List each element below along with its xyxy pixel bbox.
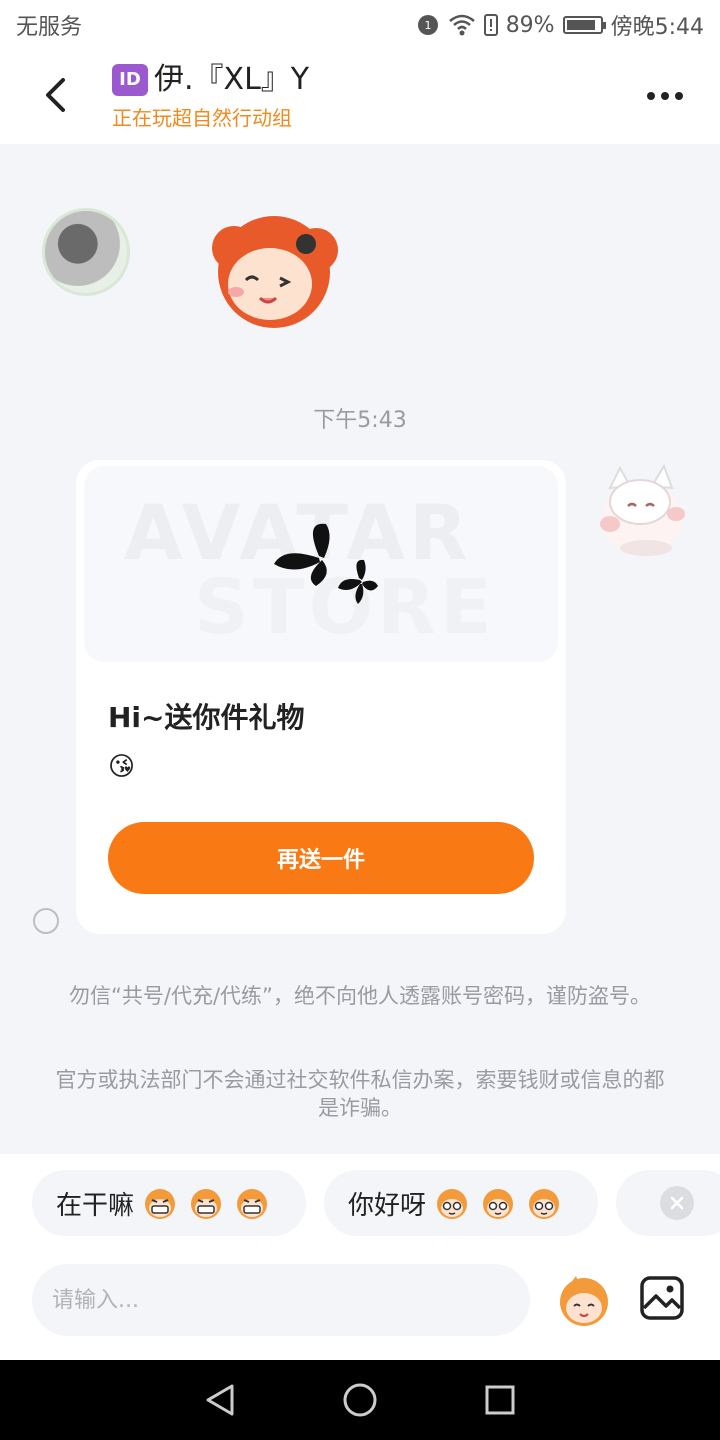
gift-title: Hi~送你件礼物 [108, 701, 305, 734]
chat-area[interactable]: 下午5:43 AVATAR STORE Hi~送你件礼物 😘 再送一件 勿信“共… [0, 144, 720, 1154]
system-nav-bar [0, 1360, 720, 1440]
carrier-label: 无服务 [16, 15, 83, 40]
battery-fill [566, 20, 596, 30]
kiss-emoji-icon: 😘 [108, 752, 136, 782]
contact-avatar[interactable] [42, 208, 130, 296]
smile-face-icon [529, 1189, 560, 1219]
sticker-message-left[interactable] [196, 208, 346, 328]
close-icon [670, 1196, 684, 1210]
message-input[interactable] [32, 1264, 530, 1336]
more-dot [661, 92, 669, 100]
security-notice-1: 勿信“共号/代充/代练”，绝不向他人透露账号密码，谨防盗号。 [69, 984, 651, 1008]
input-bar [0, 1258, 720, 1360]
gift-card[interactable]: AVATAR STORE Hi~送你件礼物 😘 再送一件 [76, 460, 566, 934]
svg-text:1: 1 [424, 19, 431, 32]
nav-back-icon [206, 1384, 234, 1416]
smile-face-icon [437, 1189, 468, 1219]
quick-reply-bar: 在干嘛 你好呀 [0, 1154, 720, 1258]
gift-image: AVATAR STORE [84, 466, 558, 662]
contact-title-row: ID 伊.『XL』Y [112, 60, 309, 100]
grin-face-icon [237, 1189, 268, 1219]
nav-home-button[interactable] [340, 1380, 380, 1420]
my-avatar-sticker[interactable] [590, 458, 690, 562]
contact-name: 伊.『XL』Y [154, 62, 310, 97]
emoji-icon[interactable] [556, 1272, 612, 1328]
data-icon: 1 [417, 15, 438, 35]
back-arrow-icon [46, 78, 65, 112]
butterfly-icon [274, 523, 378, 604]
quick-reply-text: 你好呀 [348, 1190, 427, 1221]
security-notice-2: 官方或执法部门不会通过社交软件私信办案，索要钱财或信息的都是诈骗。 [55, 1068, 665, 1120]
more-dot [675, 92, 683, 100]
more-button[interactable] [640, 78, 690, 114]
close-quick-replies-button[interactable] [660, 1186, 694, 1220]
quick-reply-text: 在干嘛 [56, 1190, 135, 1221]
id-badge-icon: ID [112, 64, 148, 96]
grin-face-icon [145, 1189, 176, 1219]
battery-percent: 89% [505, 12, 555, 38]
battery-icon [562, 16, 606, 34]
message-timestamp: 下午5:43 [313, 408, 407, 433]
more-dots-icon [647, 92, 655, 100]
back-button[interactable] [30, 70, 80, 120]
nav-home-icon [343, 1383, 377, 1417]
quick-reply-chip[interactable]: 在干嘛 [32, 1170, 306, 1236]
contact-activity: 正在玩超自然行动组 [112, 106, 292, 130]
contact-info[interactable]: ID 伊.『XL』Y 正在玩超自然行动组 [112, 60, 309, 131]
image-icon[interactable] [638, 1274, 686, 1322]
chat-header: ID 伊.『XL』Y 正在玩超自然行动组 [0, 50, 720, 144]
smile-face-icon [483, 1189, 514, 1219]
status-time: 傍晚5:44 [610, 15, 704, 40]
nav-recents-icon [485, 1385, 515, 1415]
status-right: 1 89% 傍晚5:44 [416, 9, 704, 41]
alert-icon [483, 14, 498, 36]
select-message-circle[interactable] [33, 908, 59, 934]
grin-face-icon [191, 1189, 222, 1219]
quick-reply-chip[interactable]: 你好呀 [324, 1170, 598, 1236]
nav-recents-button[interactable] [480, 1380, 520, 1420]
status-bar: 无服务 1 89% 傍晚5:44 [0, 0, 720, 50]
nav-back-button[interactable] [200, 1380, 240, 1420]
wifi-icon [448, 14, 475, 36]
resend-gift-button[interactable]: 再送一件 [108, 822, 534, 894]
